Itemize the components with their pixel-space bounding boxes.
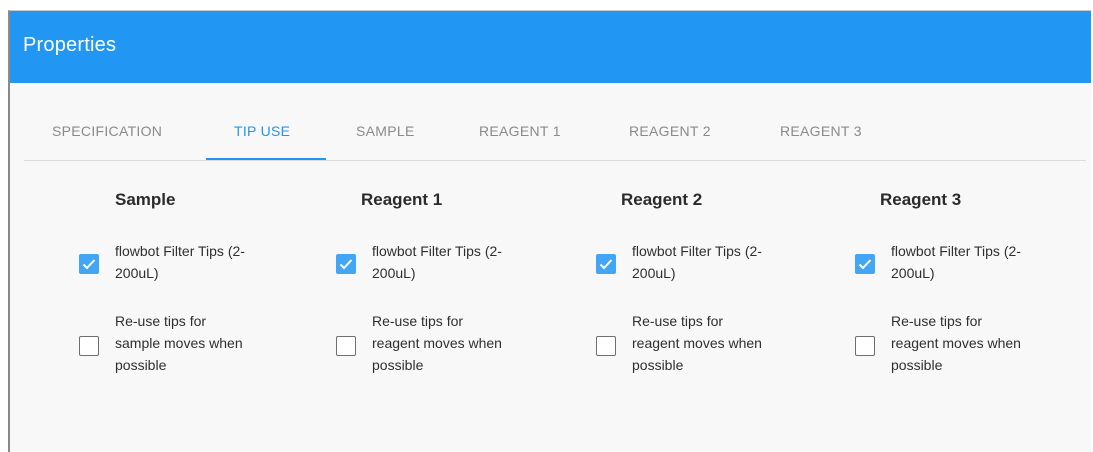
checkmark-icon [82,259,96,270]
reagent-1-filter-tips-label: flowbot Filter Tips (2- 200uL) [372,243,502,281]
tab-reagent-1[interactable]: REAGENT 1 [479,123,561,139]
reagent-1-reuse-tips-label: Re-use tips for reagent moves when possi… [372,313,502,373]
sample-filter-tips-label: flowbot Filter Tips (2- 200uL) [115,243,245,281]
reagent-1-filter-tips-checkbox[interactable] [336,254,356,274]
dialog-header: Properties [10,11,1091,83]
checkmark-icon [339,259,353,270]
tab-sample[interactable]: SAMPLE [356,123,415,139]
tab-reagent-2[interactable]: REAGENT 2 [629,123,711,139]
tab-bar: SPECIFICATION TIP USE SAMPLE REAGENT 1 R… [24,83,1086,161]
active-tab-indicator [206,158,326,160]
checkmark-icon [858,259,872,270]
reagent-3-filter-tips-checkbox[interactable] [855,254,875,274]
sample-filter-tips-checkbox[interactable] [79,254,99,274]
column-title-reagent-2: Reagent 2 [621,190,703,209]
dialog-title: Properties [23,34,117,56]
reagent-1-reuse-tips-checkbox[interactable] [336,336,356,356]
sample-reuse-tips-label: Re-use tips for sample moves when possib… [115,313,243,373]
properties-dialog: Properties SPECIFICATION TIP USE SAMPLE … [8,10,1091,452]
reagent-2-reuse-tips-label: Re-use tips for reagent moves when possi… [632,313,762,373]
reagent-2-filter-tips-label: flowbot Filter Tips (2- 200uL) [632,243,762,281]
reagent-2-reuse-tips-checkbox[interactable] [596,336,616,356]
tab-tip-use[interactable]: TIP USE [234,123,290,139]
column-title-reagent-1: Reagent 1 [361,190,443,209]
tab-specification[interactable]: SPECIFICATION [52,123,162,139]
column-title-reagent-3: Reagent 3 [880,190,962,209]
column-title-sample: Sample [115,190,176,209]
reagent-3-reuse-tips-checkbox[interactable] [855,336,875,356]
checkmark-icon [599,259,613,270]
reagent-3-reuse-tips-label: Re-use tips for reagent moves when possi… [891,313,1021,373]
sample-reuse-tips-checkbox[interactable] [79,336,99,356]
reagent-2-filter-tips-checkbox[interactable] [596,254,616,274]
reagent-3-filter-tips-label: flowbot Filter Tips (2- 200uL) [891,243,1021,281]
tab-reagent-3[interactable]: REAGENT 3 [780,123,862,139]
